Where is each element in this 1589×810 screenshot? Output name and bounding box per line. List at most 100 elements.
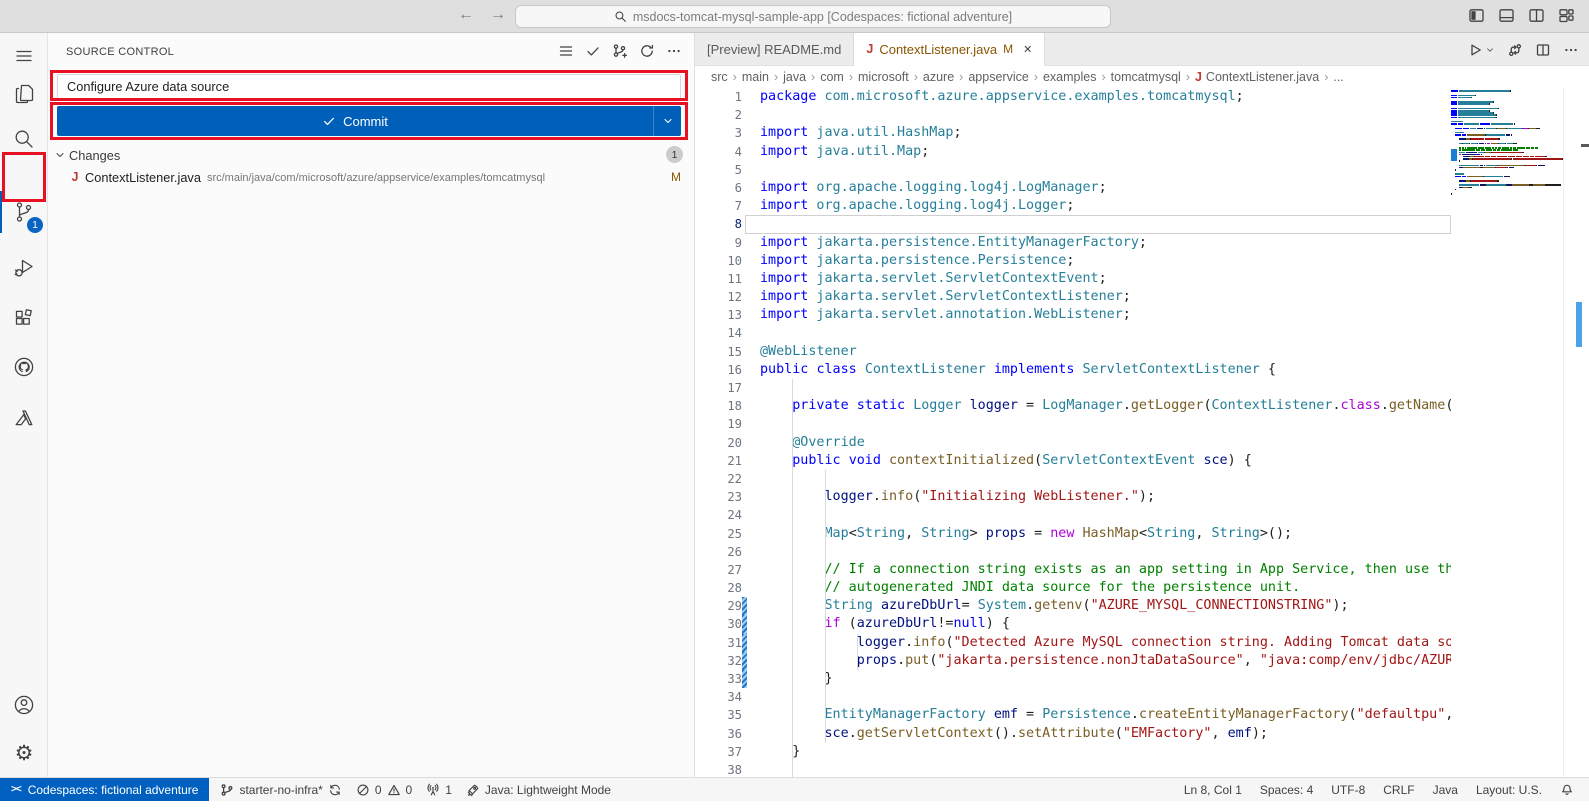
breadcrumb-item[interactable]: examples bbox=[1043, 70, 1097, 84]
sidebar-item-run-debug[interactable] bbox=[0, 247, 48, 289]
breadcrumb: src›main›java›com›microsoft›azure›appser… bbox=[695, 66, 1589, 88]
java-file-icon: J bbox=[866, 42, 873, 56]
ports-status[interactable]: 1 bbox=[419, 778, 459, 801]
bell-icon bbox=[1560, 783, 1574, 797]
indent-guide bbox=[857, 634, 858, 670]
customize-layout-icon[interactable] bbox=[1558, 7, 1575, 24]
active-indicator bbox=[0, 191, 2, 233]
refresh-icon[interactable] bbox=[639, 43, 655, 59]
sidebar-item-search[interactable] bbox=[0, 118, 48, 160]
breadcrumb-item[interactable]: src bbox=[711, 70, 728, 84]
create-branch-icon[interactable] bbox=[612, 43, 628, 59]
error-icon bbox=[356, 783, 370, 797]
breadcrumb-item[interactable]: ... bbox=[1333, 70, 1343, 84]
sidebar-item-source-control[interactable]: 1 bbox=[0, 191, 48, 233]
code-editor[interactable]: 1package com.microsoft.azure.appservice.… bbox=[695, 88, 1589, 777]
more-actions-icon[interactable] bbox=[1563, 42, 1579, 58]
close-tab-icon[interactable]: ✕ bbox=[1023, 43, 1032, 56]
tab-bar: [Preview] README.md J ContextListener.ja… bbox=[695, 33, 1589, 66]
tab-readme-preview[interactable]: [Preview] README.md bbox=[695, 33, 854, 66]
java-status[interactable]: Java: Lightweight Mode bbox=[459, 778, 618, 801]
run-java-button[interactable] bbox=[1467, 42, 1495, 58]
eol-status[interactable]: CRLF bbox=[1374, 778, 1423, 801]
line-number: 22 bbox=[695, 470, 742, 488]
toggle-panel-icon[interactable] bbox=[1498, 7, 1515, 24]
title-bar: ← → msdocs-tomcat-mysql-sample-app [Code… bbox=[0, 0, 1589, 33]
line-number: 12 bbox=[695, 288, 742, 306]
commit-button[interactable]: Commit bbox=[57, 106, 681, 136]
open-changes-icon[interactable] bbox=[1507, 42, 1523, 58]
line-number: 14 bbox=[695, 324, 742, 342]
line-number: 10 bbox=[695, 252, 742, 270]
breadcrumb-item[interactable]: microsoft bbox=[858, 70, 909, 84]
overview-ruler[interactable] bbox=[1563, 88, 1589, 777]
encoding-status[interactable]: UTF-8 bbox=[1322, 778, 1374, 801]
sidebar-item-explorer[interactable] bbox=[0, 73, 48, 115]
breadcrumb-item[interactable]: main bbox=[742, 70, 769, 84]
commit-message-input[interactable] bbox=[57, 74, 681, 99]
java-status-label: Java: Lightweight Mode bbox=[485, 783, 611, 797]
toggle-primary-sidebar-icon[interactable] bbox=[1468, 7, 1485, 24]
chevron-right-icon: › bbox=[959, 70, 963, 84]
cursor-position-status[interactable]: Ln 8, Col 1 bbox=[1175, 778, 1251, 801]
git-modified-gutter-marker[interactable] bbox=[742, 634, 747, 652]
branch-status[interactable]: starter-no-infra* bbox=[213, 778, 348, 801]
tab-label: ContextListener.java bbox=[879, 42, 997, 57]
line-number: 15 bbox=[695, 343, 742, 361]
tab-contextlistener[interactable]: J ContextListener.java M ✕ bbox=[854, 33, 1045, 66]
overview-cursor-mark bbox=[1581, 144, 1589, 147]
breadcrumb-item[interactable]: appservice bbox=[968, 70, 1028, 84]
line-number: 2 bbox=[695, 106, 742, 124]
breadcrumb-item[interactable]: java bbox=[783, 70, 806, 84]
changes-section-header[interactable]: Changes 1 bbox=[48, 145, 694, 165]
git-modified-gutter-marker[interactable] bbox=[742, 597, 747, 615]
explorer-files-icon bbox=[12, 82, 36, 106]
line-number: 37 bbox=[695, 743, 742, 761]
remote-label: Codespaces: fictional adventure bbox=[28, 783, 199, 797]
keyboard-layout-status[interactable]: Layout: U.S. bbox=[1467, 778, 1551, 801]
git-modified-gutter-marker[interactable] bbox=[742, 615, 747, 633]
breadcrumb-item[interactable]: tomcatmysql bbox=[1111, 70, 1181, 84]
changed-file-row[interactable]: J ContextListener.java src/main/java/com… bbox=[48, 166, 694, 188]
line-number: 32 bbox=[695, 652, 742, 670]
toggle-secondary-sidebar-icon[interactable] bbox=[1528, 7, 1545, 24]
activity-bar: 1 ⚙ bbox=[0, 33, 48, 777]
sidebar-item-extensions[interactable] bbox=[0, 298, 48, 340]
minimap-content bbox=[1451, 90, 1563, 195]
minimap[interactable] bbox=[1451, 90, 1563, 777]
indentation-status[interactable]: Spaces: 4 bbox=[1251, 778, 1322, 801]
github-icon bbox=[12, 355, 36, 379]
commit-check-icon[interactable] bbox=[585, 43, 601, 59]
view-as-list-icon[interactable] bbox=[558, 43, 574, 59]
more-actions-icon[interactable] bbox=[666, 43, 682, 59]
split-editor-icon[interactable] bbox=[1535, 42, 1551, 58]
commit-dropdown-button[interactable] bbox=[653, 106, 681, 136]
sidebar-item-azure[interactable] bbox=[0, 397, 48, 439]
git-modified-gutter-marker[interactable] bbox=[742, 670, 747, 688]
problems-status[interactable]: 0 0 bbox=[349, 778, 419, 801]
breadcrumb-item[interactable]: azure bbox=[923, 70, 954, 84]
forward-icon[interactable]: → bbox=[490, 6, 506, 24]
accounts-button[interactable] bbox=[0, 684, 48, 726]
notifications-bell[interactable] bbox=[1551, 778, 1583, 801]
current-line-highlight bbox=[745, 215, 1451, 233]
line-number: 36 bbox=[695, 725, 742, 743]
ports-count: 1 bbox=[445, 783, 452, 797]
breadcrumb-item[interactable]: JContextListener.java bbox=[1195, 70, 1319, 84]
git-modified-gutter-marker[interactable] bbox=[742, 652, 747, 670]
indent-guide bbox=[825, 470, 826, 743]
settings-button[interactable]: ⚙ bbox=[0, 732, 48, 774]
command-center-search[interactable]: msdocs-tomcat-mysql-sample-app [Codespac… bbox=[515, 5, 1111, 28]
sync-icon bbox=[328, 783, 342, 797]
menu-button[interactable] bbox=[0, 35, 48, 77]
back-icon[interactable]: ← bbox=[458, 6, 474, 24]
breadcrumb-item[interactable]: com bbox=[820, 70, 844, 84]
remote-indicator[interactable]: >< Codespaces: fictional adventure bbox=[0, 778, 209, 801]
source-control-panel: SOURCE CONTROL Commit Changes 1 J Contex… bbox=[48, 33, 695, 777]
sidebar-item-github[interactable] bbox=[0, 346, 48, 388]
branch-name: starter-no-infra* bbox=[239, 783, 322, 797]
minimap-changed-marker bbox=[1451, 149, 1457, 161]
language-mode-status[interactable]: Java bbox=[1424, 778, 1467, 801]
line-number: 26 bbox=[695, 543, 742, 561]
line-number: 24 bbox=[695, 506, 742, 524]
